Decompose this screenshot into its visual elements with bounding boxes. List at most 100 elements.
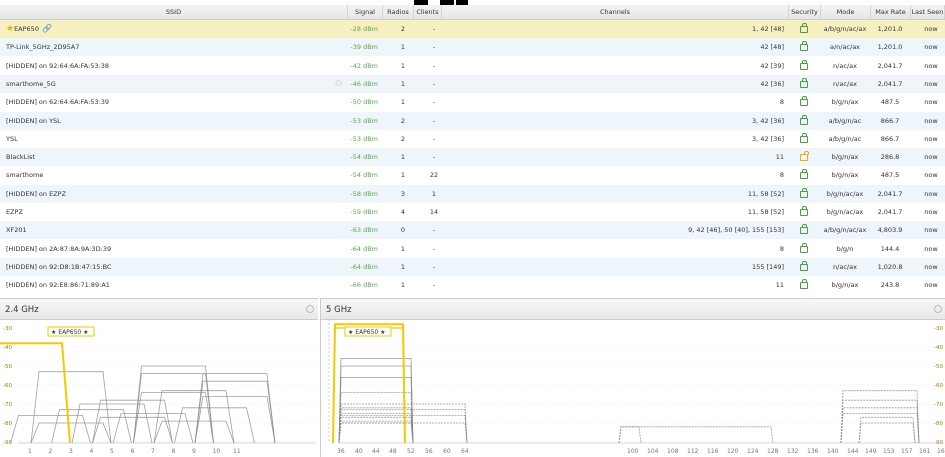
ssid-cell: smarthome (6, 166, 43, 184)
network-trace (858, 416, 916, 444)
network-trace (153, 420, 235, 444)
ssid-cell: ★EAP650 🔗 (6, 20, 52, 38)
security-cell (792, 258, 816, 276)
last-seen-cell: now (924, 98, 938, 107)
x-tick-label: 10 (213, 448, 221, 455)
network-tag-label: ★ EAP650 ★ (51, 329, 89, 336)
lock-icon (800, 242, 808, 253)
ssid-label: XF201 (6, 226, 27, 235)
col-ssid[interactable]: SSID (0, 5, 348, 19)
network-trace (338, 407, 414, 444)
ssid-cell: [HIDDEN] on EZPZ (6, 185, 66, 203)
max-rate-cell: 4,803.9 (877, 226, 903, 235)
channels-cell: 11, 58 [52] (747, 208, 784, 216)
col-last-seen[interactable]: Last Seen (911, 5, 945, 19)
network-trace (174, 407, 255, 444)
mode-cell: b/g/n/ax (831, 98, 859, 107)
clients-cell: - (432, 116, 436, 125)
channels-cell: 42 [36] (760, 79, 784, 88)
lock-icon (800, 23, 808, 33)
y-tick-label: -50 (3, 364, 12, 370)
clients-cell: - (432, 134, 436, 143)
ssid-label: TP-Link_5GHz_2D95A7 (6, 43, 80, 52)
last-seen-cell: now (924, 262, 938, 271)
clients-cell: 22 (429, 171, 439, 180)
network-trace (338, 422, 414, 444)
y-tick-label: -40 (3, 345, 12, 351)
x-tick-label: 165 (937, 448, 945, 455)
clients-cell: - (432, 98, 436, 107)
table-row[interactable]: BlackList -54 dBm 1-11 b/g/n/ax 286.8 now (0, 148, 945, 167)
table-row[interactable]: [HIDDEN] on 92:E8:86:71:89:A1 -66 dBm 1-11… (0, 276, 945, 294)
panel-header: 2.4 GHz (0, 299, 318, 320)
lock-icon (800, 114, 808, 125)
clients-cell: - (432, 153, 436, 162)
mode-cell: n/ac/ax (833, 79, 857, 88)
ssid-label: [HIDDEN] on 2A:87:8A:9A:3D:39 (6, 244, 112, 253)
security-cell (792, 203, 816, 221)
network-trace (618, 426, 774, 444)
channels-cell: 8 (779, 171, 784, 180)
table-row[interactable]: EZPZ -59 dBm 4 14 11, 58 [52] b/g/n/ac/ax 2,04… (0, 203, 945, 221)
lock-icon (800, 96, 808, 107)
clients-cell: - (432, 79, 436, 88)
network-trace (338, 392, 414, 444)
y-tick-label: -30 (3, 326, 12, 332)
signal-cell: -54 dBm (350, 153, 378, 162)
table-row[interactable]: ★EAP650 🔗 -28 dBm 2-1, 42 [48] a/b/g/n/ac/ax… (0, 20, 945, 38)
table-row[interactable]: [HIDDEN] on 92:D8:1B:47:15:BC -64 dBm 1-15… (0, 257, 945, 276)
table-row[interactable]: [HIDDEN] on 62:64:6A:FA:53:39 -50 dBm 1-8 b… (0, 93, 945, 111)
x-tick-label: 3 (69, 448, 73, 455)
table-row[interactable]: [HIDDEN] on YSL -53 dBm 2-3, 42 [36] a/b/g/… (0, 111, 945, 130)
ssid-label: [HIDDEN] on EZPZ (6, 189, 67, 198)
wifi-scanner-window: SSID Signal Radios Clients Channels Secu… (0, 0, 945, 457)
max-rate-cell: 2,041.7 (877, 79, 903, 88)
lock-icon (800, 279, 808, 290)
table-row[interactable]: [HIDDEN] on 2A:87:8A:9A:3D:39 -64 dBm 1-8 b… (0, 240, 945, 258)
table-row[interactable]: [HIDDEN] on EZPZ -58 dBm 3 1 11, 58 [52] b/g/… (0, 184, 945, 203)
highlighted-network-trace (332, 323, 406, 444)
col-radios[interactable]: Radios (383, 5, 414, 19)
col-security[interactable]: Security (789, 5, 821, 19)
col-channels[interactable]: Channels (442, 5, 789, 19)
col-max-rate[interactable]: Max Rate (871, 5, 911, 19)
panel-2-4ghz: 2.4 GHz -30 -40 -50 -60 -70 -80 -90 ★ EAP650 ★ 1… (0, 298, 318, 457)
clients-cell: - (432, 43, 436, 52)
security-cell (792, 130, 816, 148)
x-tick-label: 36 (337, 448, 345, 455)
star-icon[interactable]: ★ (6, 24, 14, 34)
unlock-icon (800, 151, 809, 162)
lock-icon (800, 224, 808, 235)
last-seen-cell: now (924, 79, 938, 88)
link-icon[interactable]: 🔗 (42, 24, 52, 33)
lock-icon (800, 169, 808, 180)
y-tick-label: -60 (3, 383, 12, 389)
x-tick-label: 128 (767, 448, 779, 455)
x-tick-label: 44 (372, 448, 380, 455)
table-row[interactable]: smarthome -54 dBm 1 22 8 b/g/n/ax 487.5 now (0, 166, 945, 184)
table-row[interactable]: [HIDDEN] on 92:64:6A:FA:53:38 -42 dBm 1-42… (0, 57, 945, 75)
clients-cell: - (432, 226, 436, 235)
x-tick-label: 149 (865, 448, 877, 455)
gear-icon[interactable] (934, 305, 942, 313)
signal-cell: -64 dBm (350, 262, 378, 271)
x-tick-label: 5 (110, 448, 114, 455)
table-row[interactable]: YSL -53 dBm 2-3, 42 [36] a/b/g/n/ac 866.7 now (0, 130, 945, 148)
table-row[interactable]: XF201 -63 dBm 0-9, 42 [46], 50 [40], 155 [… (0, 221, 945, 240)
mode-cell: a/b/g/n/ac (828, 134, 862, 143)
col-mode[interactable]: Mode (821, 5, 871, 19)
network-trace (92, 399, 173, 444)
x-tick-label: 52 (407, 448, 415, 455)
x-tick-label: 1 (28, 448, 32, 455)
ssid-label: EAP650 (14, 25, 39, 33)
y-tick-label: -60 (934, 383, 943, 389)
col-clients[interactable]: Clients (414, 5, 442, 19)
gear-icon[interactable] (306, 305, 314, 313)
last-seen-cell: now (924, 189, 938, 198)
table-row[interactable]: TP-Link_5GHz_2D95A7 -39 dBm 1-42 [48] a/n/a… (0, 38, 945, 57)
channels-cell: 155 [149] (752, 262, 784, 271)
last-seen-cell: now (924, 281, 938, 290)
col-signal[interactable]: Signal (348, 5, 383, 19)
ssid-label: EZPZ (6, 208, 23, 216)
table-row[interactable]: smarthome_5G ⚇ -46 dBm 1-42 [36] n/ac/ax 2,04… (0, 74, 945, 93)
